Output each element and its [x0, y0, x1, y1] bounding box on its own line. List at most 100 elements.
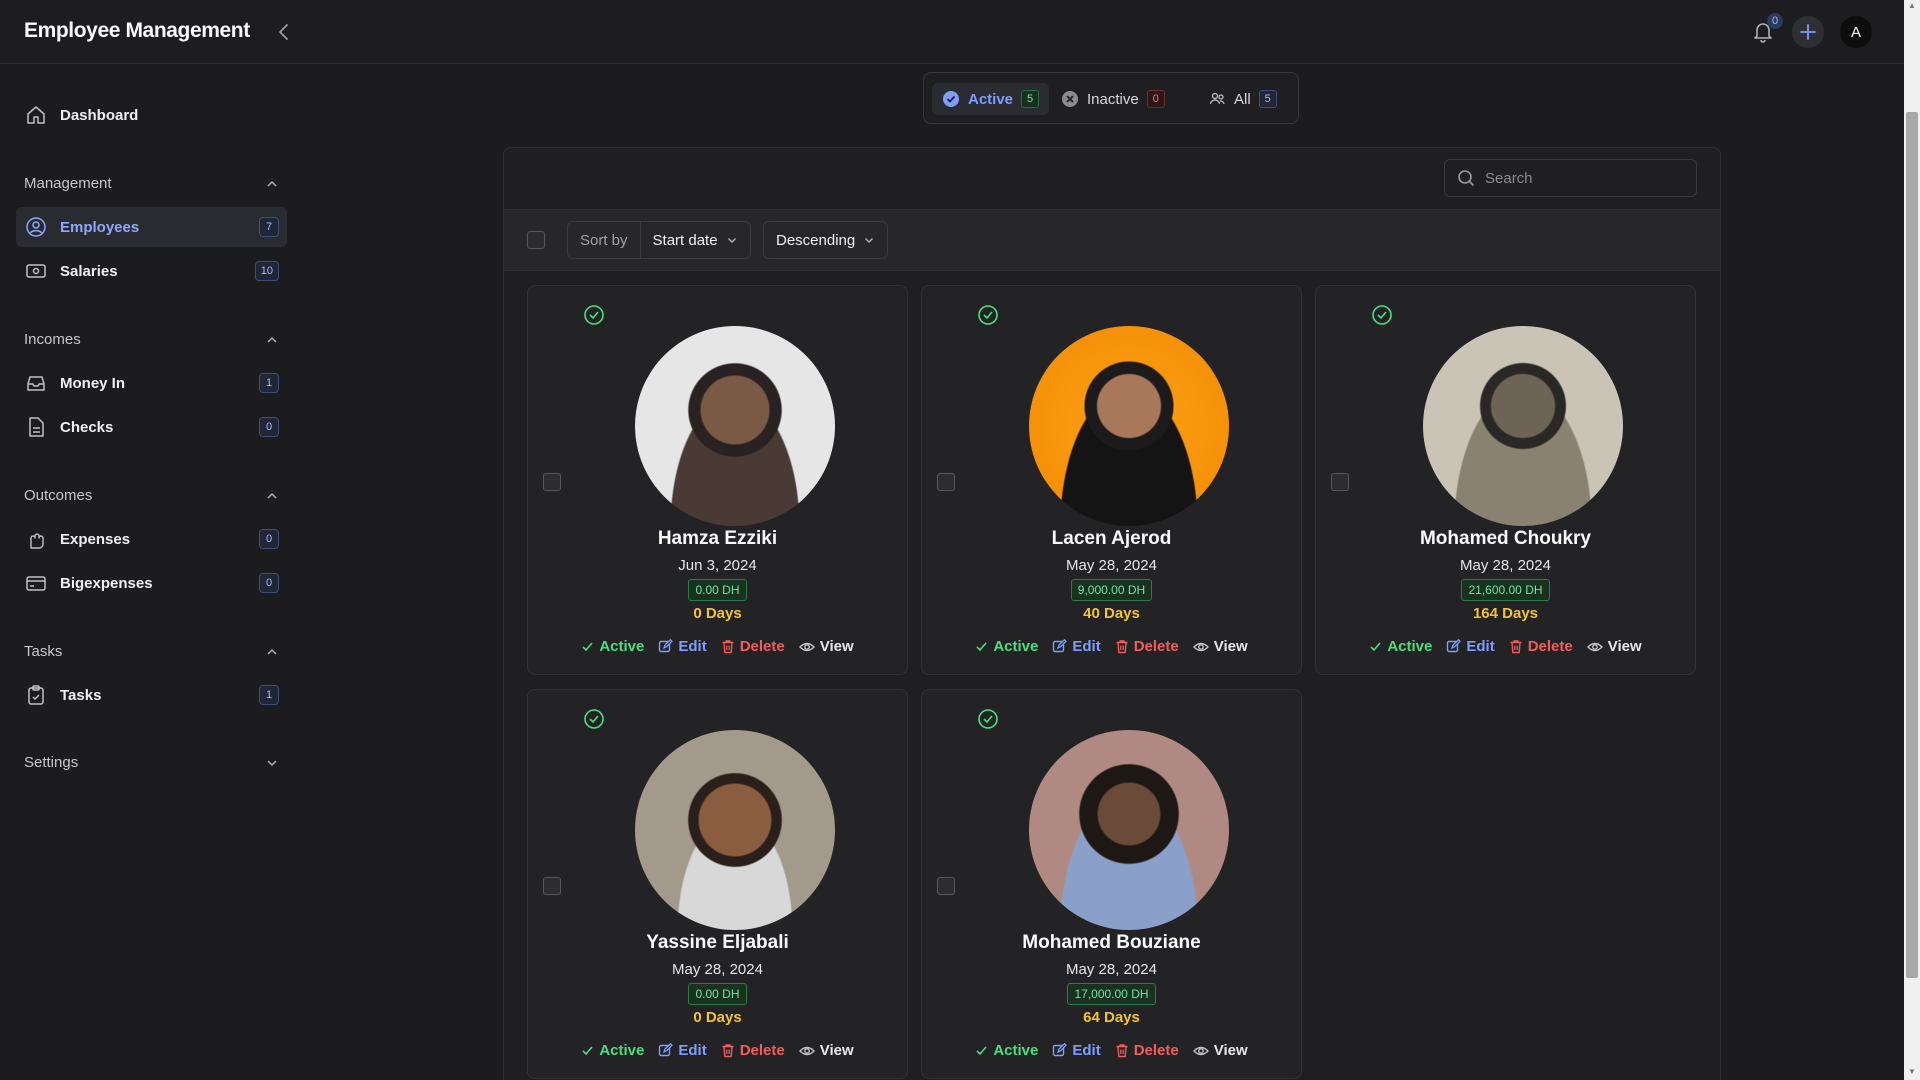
employee-select-checkbox[interactable] — [1331, 473, 1349, 491]
section-label: Outcomes — [24, 487, 93, 504]
x-circle-icon — [1062, 91, 1078, 107]
edit-button[interactable]: Edit — [1446, 638, 1495, 655]
employee-card: Lacen Ajerod May 28, 2024 9,000.00 DH 40… — [921, 285, 1302, 675]
notification-count-badge: 0 — [1767, 13, 1783, 29]
employee-name: Hamza Ezziki — [657, 528, 778, 549]
panel-header — [504, 148, 1720, 209]
scrollbar-thumb[interactable] — [1906, 112, 1918, 978]
view-button[interactable]: View — [1192, 638, 1248, 655]
action-label: Active — [1387, 638, 1433, 655]
employee-salary-badge: 17,000.00 DH — [1067, 983, 1156, 1005]
edit-button[interactable]: Edit — [658, 638, 707, 655]
delete-button[interactable]: Delete — [721, 1042, 785, 1059]
scroll-up-arrow[interactable]: ▲ — [1908, 2, 1916, 10]
check-circle-icon — [978, 709, 998, 729]
sort-order-value: Descending — [776, 231, 856, 249]
chevron-up-icon — [267, 336, 277, 343]
action-label: Delete — [1133, 1042, 1179, 1059]
hand-coins-icon — [24, 527, 48, 551]
status-active-toggle[interactable]: Active — [975, 638, 1038, 655]
delete-button[interactable]: Delete — [721, 638, 785, 655]
sidebar-item-tasks[interactable]: Tasks 1 — [16, 675, 287, 715]
trash-icon — [722, 1044, 734, 1058]
user-avatar-button[interactable]: A — [1840, 16, 1872, 48]
edit-icon — [1053, 1043, 1068, 1057]
section-incomes[interactable]: Incomes — [24, 331, 279, 351]
sidebar-item-checks[interactable]: Checks 0 — [16, 407, 287, 447]
action-label: View — [1213, 638, 1248, 655]
delete-button[interactable]: Delete — [1115, 1042, 1179, 1059]
employee-select-checkbox[interactable] — [543, 473, 561, 491]
status-active-toggle[interactable]: Active — [581, 638, 644, 655]
action-label: Edit — [678, 1042, 707, 1059]
action-label: Delete — [1527, 638, 1573, 655]
eye-icon — [1192, 1046, 1209, 1055]
view-button[interactable]: View — [798, 638, 854, 655]
section-label: Tasks — [24, 643, 63, 660]
section-outcomes[interactable]: Outcomes — [24, 487, 279, 507]
sidebar-item-salaries[interactable]: Salaries 10 — [16, 251, 287, 291]
status-active-toggle[interactable]: Active — [581, 1042, 644, 1059]
eye-icon — [1192, 642, 1209, 651]
employee-days-count: 64 Days — [1083, 1009, 1140, 1026]
view-button[interactable]: View — [798, 1042, 854, 1059]
collapse-sidebar-button[interactable] — [273, 20, 295, 44]
credit-card-icon — [24, 571, 48, 595]
tab-count-badge: 0 — [1146, 90, 1165, 108]
status-active-toggle[interactable]: Active — [975, 1042, 1038, 1059]
check-circle-icon — [1372, 305, 1392, 325]
status-tabs: Active 5 Inactive 0 All 5 — [923, 72, 1299, 124]
count-badge: 0 — [259, 529, 279, 549]
search-box[interactable] — [1444, 159, 1697, 197]
sidebar-item-money-in[interactable]: Money In 1 — [16, 363, 287, 403]
chevron-left-icon — [279, 24, 288, 40]
edit-icon — [659, 1043, 674, 1057]
section-tasks[interactable]: Tasks — [24, 643, 279, 663]
employee-start-date: Jun 3, 2024 — [678, 557, 757, 574]
trash-icon — [1510, 640, 1522, 654]
employee-photo — [1423, 326, 1623, 526]
add-button[interactable] — [1792, 16, 1824, 48]
edit-button[interactable]: Edit — [1052, 638, 1101, 655]
employee-actions: Active Edit Delete View — [922, 638, 1301, 655]
employee-select-checkbox[interactable] — [937, 473, 955, 491]
view-button[interactable]: View — [1192, 1042, 1248, 1059]
employee-name: Lacen Ajerod — [1051, 528, 1172, 549]
tab-inactive[interactable]: Inactive 0 — [1051, 83, 1175, 115]
check-icon — [582, 642, 593, 652]
search-input[interactable] — [1485, 169, 1685, 187]
section-management[interactable]: Management — [24, 175, 279, 195]
employee-card: Mohamed Bouziane May 28, 2024 17,000.00 … — [921, 689, 1302, 1079]
delete-button[interactable]: Delete — [1115, 638, 1179, 655]
tab-active[interactable]: Active 5 — [932, 83, 1050, 115]
scroll-down-arrow[interactable]: ▼ — [1908, 1068, 1916, 1076]
employee-select-checkbox[interactable] — [543, 877, 561, 895]
delete-button[interactable]: Delete — [1509, 638, 1573, 655]
tab-count-badge: 5 — [1258, 90, 1277, 108]
employee-select-checkbox[interactable] — [937, 877, 955, 895]
sort-field-select[interactable]: Start date — [641, 222, 750, 258]
sort-by-label: Sort by — [568, 222, 641, 258]
action-label: Edit — [678, 638, 707, 655]
sidebar-item-expenses[interactable]: Expenses 0 — [16, 519, 287, 559]
status-active-toggle[interactable]: Active — [1369, 638, 1432, 655]
edit-button[interactable]: Edit — [658, 1042, 707, 1059]
check-circle-icon — [978, 305, 998, 325]
home-icon — [24, 103, 48, 127]
section-settings[interactable]: Settings — [24, 754, 279, 774]
sidebar-item-employees[interactable]: Employees 7 — [16, 207, 287, 247]
trash-icon — [1116, 1044, 1128, 1058]
employee-photo — [635, 730, 835, 930]
view-button[interactable]: View — [1586, 638, 1642, 655]
check-circle-icon — [584, 305, 604, 325]
tab-all[interactable]: All 5 — [1198, 83, 1287, 115]
sidebar-item-label: Dashboard — [60, 106, 139, 124]
edit-button[interactable]: Edit — [1052, 1042, 1101, 1059]
chevron-down-icon — [865, 238, 874, 243]
sidebar-item-bigexpenses[interactable]: Bigexpenses 0 — [16, 563, 287, 603]
sort-order-select[interactable]: Descending — [763, 221, 889, 259]
sidebar-item-dashboard[interactable]: Dashboard — [16, 95, 287, 135]
employee-card: Yassine Eljabali May 28, 2024 0.00 DH 0 … — [527, 689, 908, 1079]
search-icon — [1458, 170, 1474, 186]
select-all-checkbox[interactable] — [527, 231, 545, 249]
